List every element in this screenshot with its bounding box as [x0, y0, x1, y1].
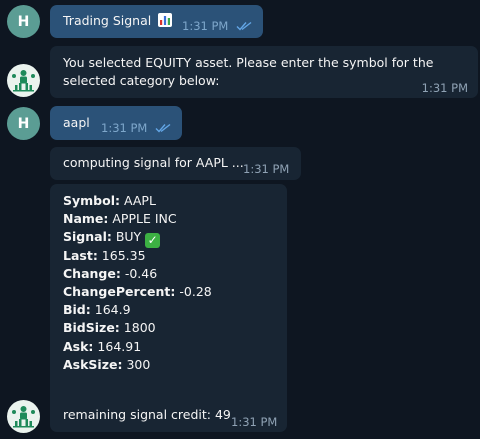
signal-message-bubble[interactable]: Symbol: AAPL Name: APPLE INC Signal: BUY… — [50, 184, 287, 432]
signal-field-row: AskSize: 300 — [63, 356, 151, 372]
signal-credit-footer: remaining signal credit: 49 — [63, 407, 231, 422]
bot-logo-icon — [7, 400, 40, 433]
bot-avatar[interactable] — [7, 400, 40, 433]
message-text: You selected EQUITY asset. Please enter … — [63, 55, 434, 88]
user-avatar-letter: H — [17, 115, 30, 132]
signal-field-row: Change: -0.46 — [63, 265, 158, 281]
user-avatar-letter: H — [17, 13, 30, 30]
signal-field-row: Bid: 164.9 — [63, 302, 131, 318]
message-time: 1:31 PM — [421, 81, 468, 95]
message-bubble-incoming[interactable]: computing signal for AAPL ... 1:31 PM — [50, 147, 301, 180]
bar-chart-icon — [158, 13, 173, 27]
check-mark-icon: ✓ — [145, 233, 161, 249]
message-bubble-outgoing[interactable]: aapl 1:31 PM — [50, 106, 182, 140]
double-check-read-icon — [155, 120, 171, 138]
message-bubble-incoming[interactable]: You selected EQUITY asset. Please enter … — [50, 46, 478, 98]
user-avatar[interactable]: H — [7, 5, 40, 38]
message-text: computing signal for AAPL ... — [63, 155, 244, 170]
message-time: 1:31 PM — [182, 19, 229, 33]
message-time: 1:31 PM — [231, 415, 278, 429]
signal-field-row: Signal: BUY ✓ — [63, 228, 274, 249]
double-check-read-icon — [236, 18, 252, 36]
message-text: Trading Signal — [63, 13, 152, 28]
message-time: 1:31 PM — [243, 162, 290, 176]
signal-field-row: ChangePercent: -0.28 — [63, 283, 212, 299]
signal-field-row: BidSize: 1800 — [63, 320, 156, 336]
signal-field-row: Symbol: AAPL — [63, 193, 156, 208]
bot-logo-icon — [7, 64, 40, 97]
signal-field-row: Last: 165.35 — [63, 247, 146, 263]
message-time: 1:31 PM — [101, 121, 148, 135]
bot-avatar[interactable] — [7, 64, 40, 97]
message-text: aapl — [63, 115, 90, 130]
signal-field-row: Ask: 164.91 — [63, 338, 142, 354]
user-avatar[interactable]: H — [7, 107, 40, 140]
signal-field-row: Name: APPLE INC — [63, 211, 177, 227]
message-bubble-outgoing[interactable]: Trading Signal 1:31 PM — [50, 5, 263, 38]
